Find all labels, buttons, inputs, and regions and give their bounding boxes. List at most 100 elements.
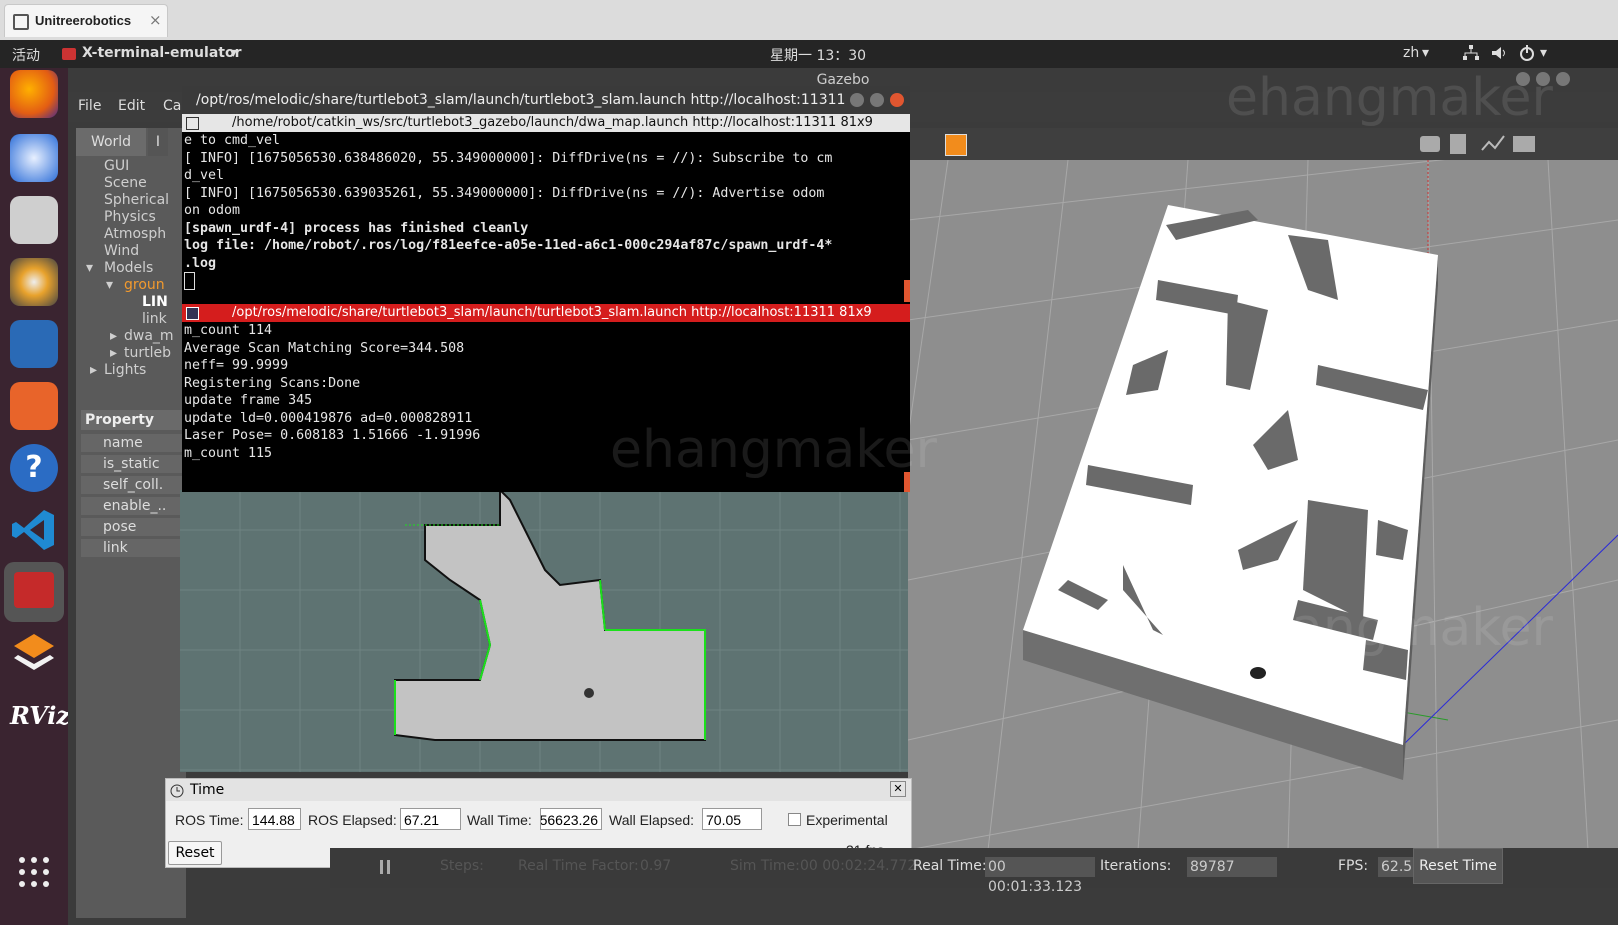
- terminal-pane1[interactable]: e to cmd_vel [ INFO] [1675056530.6384860…: [182, 132, 910, 304]
- browser-tab-strip: Unitreerobotics ×: [0, 0, 1618, 40]
- gazebo-status-bar: Steps: Real Time Factor: 0.97 Sim Time: …: [330, 848, 1618, 895]
- tree-scene[interactable]: Scene: [104, 175, 147, 191]
- terminal-line: d_vel: [184, 168, 225, 183]
- chevron-down-icon: ▾: [1422, 45, 1430, 61]
- tree-models[interactable]: Models: [104, 260, 153, 276]
- vscode-icon[interactable]: [10, 506, 58, 554]
- activities-button[interactable]: 活动: [12, 45, 40, 65]
- application-dock: ? RViz: [0, 68, 70, 925]
- terminal-window-title: /opt/ros/melodic/share/turtlebot3_slam/l…: [182, 86, 910, 114]
- language-indicator[interactable]: zh: [1403, 45, 1419, 61]
- terminal-line: m_count 114: [184, 323, 273, 338]
- reset-button[interactable]: Reset: [168, 841, 222, 865]
- clock[interactable]: 星期一 13：30: [770, 45, 866, 65]
- rviz-icon[interactable]: RViz: [10, 692, 70, 740]
- wall-time-label: Wall Time:: [467, 812, 532, 828]
- volume-icon[interactable]: [1490, 44, 1508, 66]
- terminal-line: Laser Pose= 0.608183 1.51666 -1.91996: [184, 428, 481, 443]
- tree-ground[interactable]: groun: [124, 277, 165, 293]
- expand-lights-icon[interactable]: ▸: [90, 362, 97, 378]
- rviz-map-view[interactable]: [180, 490, 908, 772]
- wall-elapsed-field[interactable]: 70.05: [702, 808, 762, 830]
- expand-turtlebot-icon[interactable]: ▸: [110, 345, 117, 361]
- gazebo-toolbar: [845, 128, 1618, 160]
- minimize-icon[interactable]: [850, 93, 864, 107]
- terminal-line: neff= 99.9999: [184, 358, 289, 373]
- tree-wind[interactable]: Wind: [104, 243, 139, 259]
- show-applications-icon[interactable]: [10, 848, 58, 896]
- reset-time-button[interactable]: Reset Time: [1413, 848, 1503, 884]
- thunderbird-icon[interactable]: [10, 134, 58, 182]
- box-shape-icon[interactable]: [945, 134, 967, 156]
- expand-models-icon[interactable]: ▾: [86, 260, 93, 276]
- expand-dwa-icon[interactable]: ▸: [110, 328, 117, 344]
- scrollbar[interactable]: [904, 280, 910, 302]
- camera-icon[interactable]: [1420, 136, 1440, 152]
- iterations-label: Iterations:: [1100, 858, 1172, 874]
- wall-time-field[interactable]: 56623.26: [540, 808, 602, 830]
- window-icon: [13, 14, 29, 30]
- time-panel-title: Time: [190, 782, 225, 798]
- pause-icon[interactable]: [380, 860, 390, 874]
- rtf-label: Real Time Factor:: [518, 858, 639, 874]
- tree-physics[interactable]: Physics: [104, 209, 156, 225]
- tree-link[interactable]: link: [142, 311, 167, 327]
- chevron-down-icon: ▾: [1540, 45, 1548, 61]
- plot-icon[interactable]: [1481, 134, 1505, 158]
- steps-label: Steps:: [440, 858, 484, 874]
- watermark: ehangmaker: [610, 420, 937, 480]
- chevron-down-icon: ▾: [230, 45, 238, 61]
- gazebo-icon[interactable]: [10, 630, 58, 678]
- tab-insert[interactable]: I: [148, 128, 168, 156]
- menu-file[interactable]: File: [78, 98, 101, 114]
- expand-ground-icon[interactable]: ▾: [106, 277, 113, 293]
- network-icon[interactable]: [1462, 44, 1480, 66]
- watermark: ehangmaker: [1226, 598, 1553, 658]
- tree-spherical[interactable]: Spherical: [104, 192, 169, 208]
- tab-close-icon[interactable]: ×: [149, 11, 162, 29]
- time-panel-header: Time ✕: [166, 779, 911, 801]
- ros-elapsed-label: ROS Elapsed:: [308, 812, 397, 828]
- terminal-pane1-header[interactable]: /home/robot/catkin_ws/src/turtlebot3_gaz…: [182, 114, 910, 132]
- system-top-bar: 活动 X-terminal-emulator ▾ 星期一 13：30 zh ▾ …: [0, 40, 1618, 68]
- pane-grid-icon: [186, 307, 199, 320]
- tree-gui[interactable]: GUI: [104, 158, 129, 174]
- tree-link-selected[interactable]: LIN: [142, 294, 168, 310]
- app-menu[interactable]: X-terminal-emulator: [82, 45, 241, 61]
- writer-icon[interactable]: [10, 320, 58, 368]
- pane-grid-icon: [186, 117, 199, 130]
- terminal-line: on odom: [184, 203, 241, 218]
- firefox-icon[interactable]: [10, 70, 58, 118]
- fps-label: FPS:: [1338, 858, 1369, 874]
- terminal-line: .log: [184, 256, 217, 271]
- rhythmbox-icon[interactable]: [10, 258, 58, 306]
- software-center-icon[interactable]: [10, 382, 58, 430]
- log-icon[interactable]: [1450, 134, 1466, 154]
- files-icon[interactable]: [10, 196, 58, 244]
- experimental-label: Experimental: [806, 812, 888, 828]
- terminal-emulator-icon[interactable]: [4, 562, 64, 622]
- browser-tab[interactable]: Unitreerobotics ×: [4, 4, 168, 37]
- terminal-title-text: /opt/ros/melodic/share/turtlebot3_slam/l…: [196, 92, 846, 108]
- close-icon[interactable]: [1556, 72, 1570, 86]
- tree-dwa-map[interactable]: dwa_m: [124, 328, 174, 344]
- close-icon[interactable]: ✕: [890, 781, 906, 797]
- tree-atmosphere[interactable]: Atmosph: [104, 226, 166, 242]
- terminal-pane2-header[interactable]: /opt/ros/melodic/share/turtlebot3_slam/l…: [182, 304, 910, 322]
- ros-time-field[interactable]: 144.88: [248, 808, 301, 830]
- video-icon[interactable]: [1513, 136, 1535, 152]
- power-icon[interactable]: [1518, 44, 1536, 66]
- tab-world[interactable]: World: [76, 128, 146, 156]
- pane1-title: /home/robot/catkin_ws/src/turtlebot3_gaz…: [232, 115, 873, 130]
- browser-tab-title: Unitreerobotics: [35, 13, 132, 28]
- help-icon[interactable]: ?: [10, 444, 58, 492]
- maximize-icon[interactable]: [870, 93, 884, 107]
- experimental-checkbox[interactable]: [788, 813, 801, 826]
- tree-turtlebot[interactable]: turtleb: [124, 345, 171, 361]
- sim-time-value: 00 00:02:24.772: [800, 858, 917, 874]
- tree-lights[interactable]: Lights: [104, 362, 146, 378]
- menu-edit[interactable]: Edit: [118, 98, 145, 114]
- gazebo-3d-scene[interactable]: [908, 160, 1618, 850]
- close-icon[interactable]: [890, 93, 904, 107]
- ros-elapsed-field[interactable]: 67.21: [400, 808, 461, 830]
